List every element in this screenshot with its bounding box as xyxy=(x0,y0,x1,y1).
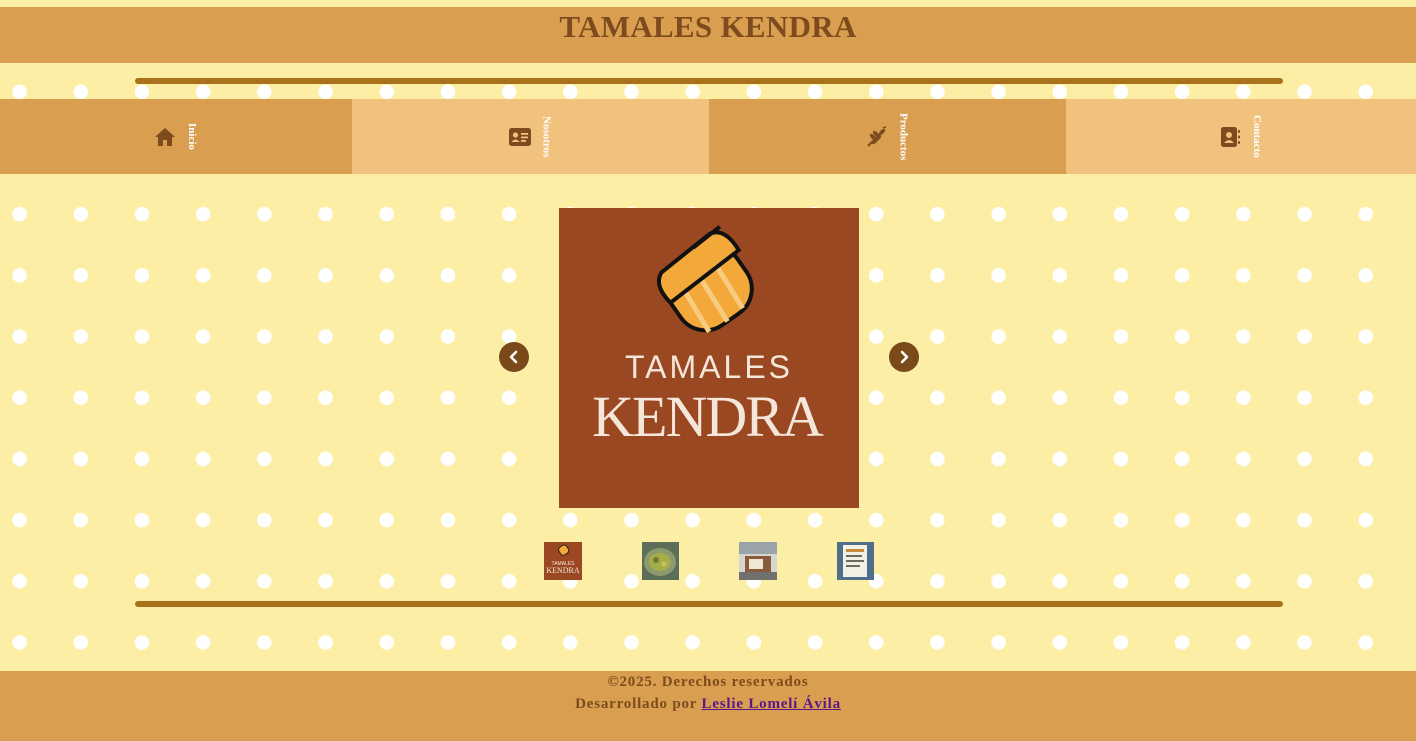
bottom-divider xyxy=(135,601,1283,607)
home-icon xyxy=(154,126,176,148)
site-header: TAMALES KENDRA xyxy=(0,7,1416,63)
thumbnail-stand-image xyxy=(739,542,777,580)
carousel-thumbnail-2[interactable] xyxy=(642,542,679,580)
nav-item-contacto[interactable]: Contacto xyxy=(1066,99,1416,174)
footer-author-link[interactable]: Leslie Lomelí Ávila xyxy=(702,696,841,712)
nav-label-contacto: Contacto xyxy=(1251,115,1263,158)
footer-credits: Desarrollado por Leslie Lomelí Ávila xyxy=(0,696,1416,713)
top-divider xyxy=(135,78,1283,84)
thumbnail-food-bowl-image xyxy=(642,542,679,580)
carousel-thumbnail-1[interactable]: TAMALES KENDRA xyxy=(544,542,582,580)
nav-item-productos[interactable]: Productos xyxy=(709,99,1066,174)
chevron-left-icon xyxy=(509,350,518,364)
thumbnail-logo-image: TAMALES KENDRA xyxy=(544,542,582,580)
footer-copyright: ©2025. Derechos reservados xyxy=(607,674,809,690)
tamales-kendra-logo: TAMALES KENDRA xyxy=(559,208,859,508)
nav-label-nosotros: Nosotros xyxy=(540,115,553,158)
nav-item-nosotros[interactable]: Nosotros xyxy=(352,99,709,174)
carousel-slide: TAMALES KENDRA xyxy=(559,208,859,508)
carousel-next-button[interactable] xyxy=(889,342,919,372)
thumbnail-logo-line2: KENDRA xyxy=(546,566,580,575)
logo-text-line1: TAMALES xyxy=(625,349,793,385)
logo-text-line2: KENDRA xyxy=(592,384,824,449)
carousel-thumbnail-4[interactable] xyxy=(837,542,874,580)
nav-label-productos: Productos xyxy=(897,112,910,161)
id-card-icon xyxy=(508,126,531,148)
footer-developed-by: Desarrollado por xyxy=(575,696,697,712)
main-nav: Inicio Nosotros Productos Contacto xyxy=(0,99,1416,174)
thumbnail-sign-image xyxy=(837,542,874,580)
site-footer: ©2025. Derechos reservados Desarrollado … xyxy=(0,671,1416,741)
carousel-prev-button[interactable] xyxy=(499,342,529,372)
contact-book-icon xyxy=(1219,126,1241,148)
site-title: TAMALES KENDRA xyxy=(559,9,857,44)
carousel-thumbnail-3[interactable] xyxy=(739,542,777,580)
nav-label-inicio: Inicio xyxy=(186,123,198,150)
nav-item-inicio[interactable]: Inicio xyxy=(0,99,352,174)
wheat-icon xyxy=(866,125,888,148)
chevron-right-icon xyxy=(900,350,909,364)
